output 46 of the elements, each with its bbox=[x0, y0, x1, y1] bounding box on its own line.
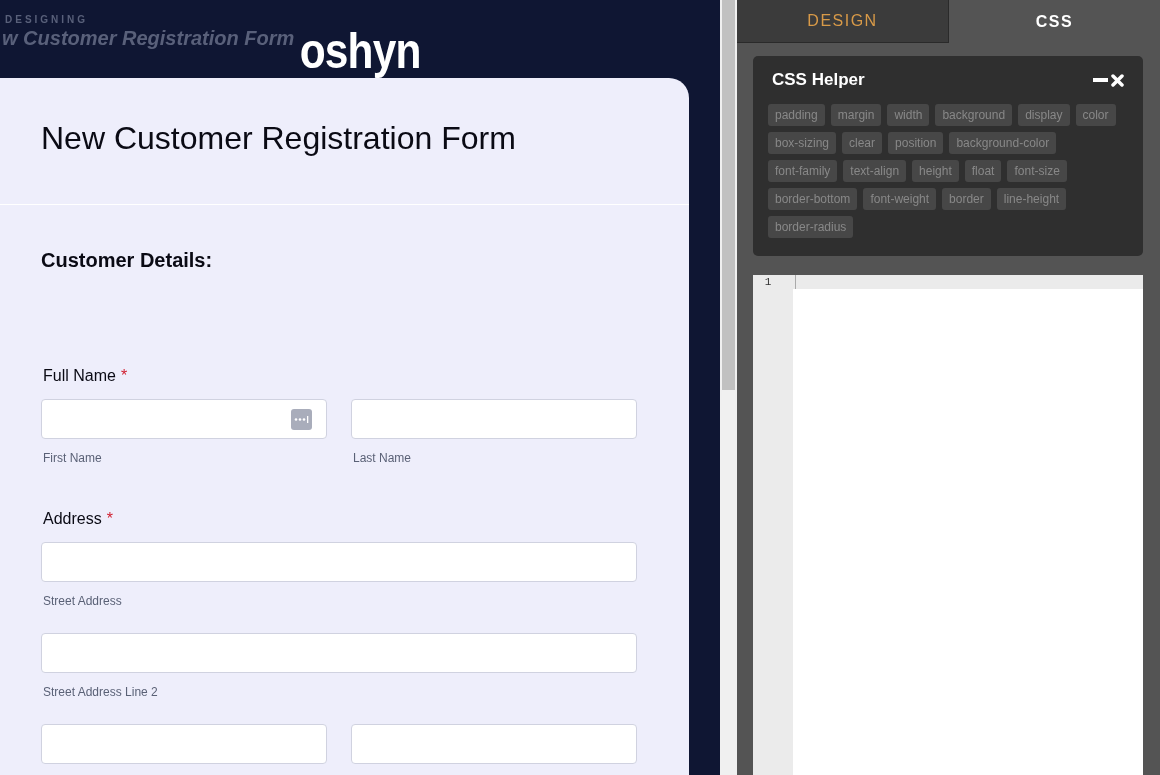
form-title: New Customer Registration Form bbox=[41, 120, 517, 157]
section-heading: Customer Details: bbox=[41, 249, 214, 272]
property-chip[interactable]: background-color bbox=[949, 132, 1057, 154]
tab[interactable]: DESIGN bbox=[737, 0, 949, 43]
property-chip[interactable]: height bbox=[912, 160, 959, 182]
text-field[interactable] bbox=[41, 724, 327, 764]
property-chip[interactable]: border-radius bbox=[768, 216, 854, 238]
property-chip[interactable]: color bbox=[1075, 104, 1116, 126]
field-sublabel: Street Address bbox=[43, 594, 122, 608]
property-chip[interactable]: line-height bbox=[996, 188, 1067, 210]
code-editor[interactable]: 1 bbox=[753, 275, 1143, 775]
property-chip[interactable]: display bbox=[1018, 104, 1070, 126]
property-chip[interactable]: clear bbox=[842, 132, 883, 154]
autofill-icon[interactable] bbox=[291, 408, 312, 430]
panel-title: CSS Helper bbox=[772, 70, 865, 90]
field-sublabel: First Name bbox=[43, 451, 102, 465]
property-chip[interactable]: border bbox=[942, 188, 991, 210]
property-chip[interactable]: background bbox=[935, 104, 1013, 126]
field-label: Full Name bbox=[43, 367, 116, 385]
property-chip[interactable]: font-family bbox=[768, 160, 838, 182]
text-field[interactable] bbox=[41, 399, 327, 439]
property-chip[interactable]: position bbox=[888, 132, 944, 154]
caption-text: DESIGNING bbox=[5, 14, 89, 25]
property-chip[interactable]: font-size bbox=[1007, 160, 1067, 182]
property-chip[interactable]: box-sizing bbox=[768, 132, 837, 154]
line-number: 1 bbox=[763, 275, 773, 288]
text-field[interactable] bbox=[41, 542, 637, 582]
text-field[interactable] bbox=[351, 724, 637, 764]
text-field[interactable] bbox=[351, 399, 637, 439]
field-sublabel: Street Address Line 2 bbox=[43, 685, 158, 699]
required-mark: * bbox=[120, 367, 128, 384]
text-field[interactable] bbox=[41, 633, 637, 673]
property-chip[interactable]: border-bottom bbox=[768, 188, 858, 210]
field-label: Address bbox=[43, 510, 102, 528]
property-chip[interactable]: float bbox=[964, 160, 1002, 182]
field-sublabel: Last Name bbox=[353, 451, 412, 465]
property-chip[interactable]: width bbox=[887, 104, 930, 126]
faded-title: w Customer Registration Form bbox=[2, 27, 295, 50]
property-chip[interactable]: margin bbox=[830, 104, 882, 126]
property-chip[interactable]: text-align bbox=[843, 160, 907, 182]
property-chip[interactable]: padding bbox=[768, 104, 825, 126]
logo: oshyn bbox=[299, 26, 421, 78]
scrollbar[interactable] bbox=[720, 0, 737, 775]
property-chip[interactable]: font-weight bbox=[863, 188, 937, 210]
required-mark: * bbox=[106, 510, 113, 527]
close-icon[interactable] bbox=[1111, 73, 1124, 87]
